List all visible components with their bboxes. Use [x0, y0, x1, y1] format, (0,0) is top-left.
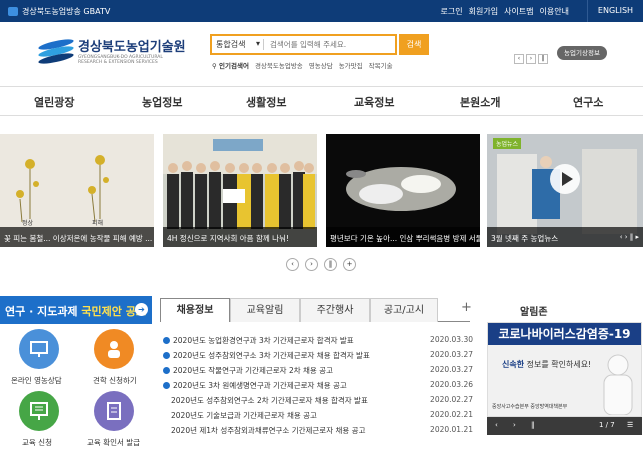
tab-notice[interactable]: 공고/고시 — [370, 298, 438, 322]
arrow-right-icon: ➔ — [135, 303, 148, 316]
list-item[interactable]: 2020년도 농업환경연구과 3차 기간제근로자 합격자 발표 2020.03.3… — [163, 334, 475, 348]
pause-icon[interactable]: ‖ — [538, 54, 548, 64]
covid-headline: 코로나바이러스감염증-19 — [488, 323, 641, 345]
logo-sub-2: RESEARCH & EXTENSION SERVICES — [78, 60, 158, 65]
next-icon[interactable]: › — [513, 421, 516, 429]
popular-term[interactable]: 영농상담 — [309, 60, 333, 70]
nav-about[interactable]: 본원소개 — [460, 94, 500, 110]
board-tabs: 채용정보 교육알림 주간행사 공고/고시 — [160, 298, 470, 322]
covid-orgs: 중앙사고수습본부 중앙방역대책본부 — [492, 404, 568, 410]
list-item[interactable]: 2020년도 성주참외연구소 2차 기간제근로자 채용 합격자 발표 2020.0… — [163, 394, 475, 408]
login-link[interactable]: 로그인 — [441, 6, 463, 17]
nav-life-info[interactable]: 생활정보 — [246, 94, 286, 110]
logo-mark-icon — [37, 36, 75, 66]
quick-edu[interactable] — [19, 391, 59, 431]
english-link[interactable]: ENGLISH — [587, 0, 643, 22]
main-nav: 열린광장 농업정보 생활정보 교육정보 본원소개 연구소 — [0, 86, 643, 116]
search-icon: ⚲ — [212, 62, 217, 70]
weather-info-button[interactable]: 농업기상정보 — [557, 46, 607, 60]
medic-figure — [603, 354, 633, 415]
label-normal: 정상 — [22, 219, 34, 227]
bullet-icon — [163, 382, 170, 389]
guide-link[interactable]: 이용안내 — [540, 6, 569, 17]
covid-subtext: 신속한 정보를 확인하세요! — [502, 360, 592, 369]
alert-zone-title: 알림존 — [520, 307, 548, 318]
news-tag: 농업뉴스 — [493, 138, 522, 149]
label-damage: 피해 — [92, 219, 103, 227]
nav-farm-info[interactable]: 농업정보 — [142, 94, 182, 110]
bullet-icon — [163, 367, 170, 374]
monitor-icon — [30, 341, 48, 357]
tab-weekly[interactable]: 주간행사 — [300, 298, 370, 322]
presentation-icon — [30, 402, 48, 420]
slide-4[interactable]: 농업뉴스 3월 넷째 주 농업뉴스 ‹ › ‖ ▸ — [487, 134, 643, 247]
bullet-icon — [163, 337, 170, 344]
list-item[interactable]: 2020년도 작물연구과 기간제근로자 2차 채용 공고 2020.03.27 — [163, 364, 475, 378]
search-input[interactable] — [264, 40, 394, 49]
sitemap-link[interactable]: 사이트맵 — [504, 6, 533, 17]
search-scope-select[interactable]: 통합검색 ▾ — [212, 39, 264, 50]
search-button[interactable]: 검색 — [399, 34, 429, 55]
list-item[interactable]: 2020년도 기술보급과 기간제근로자 채용 공고 2020.02.21 — [163, 409, 475, 423]
slide-caption: 꽃 피는 봄철... 이상저온에 농작물 피해 예방 ... — [0, 227, 154, 247]
pause-slide-icon[interactable]: ‖ — [324, 258, 337, 271]
person-icon — [108, 341, 120, 358]
play-icon[interactable] — [550, 164, 580, 194]
gbatv-link[interactable]: 경상북도농업방송 GBATV — [8, 6, 110, 17]
proposal-banner[interactable]: 연구 · 지도과제 국민제안 공모 ➔ — [0, 296, 152, 324]
quick-label: 견학 신청하기 — [93, 376, 137, 385]
prev-icon[interactable]: ‹ — [495, 421, 498, 429]
slide-3[interactable]: 평년보다 기온 높아... 인삼 뿌리썩음병 방제 서둘... — [326, 134, 480, 247]
nav-edu-info[interactable]: 교육정보 — [354, 94, 394, 110]
popular-term[interactable]: 작목기술 — [369, 60, 393, 70]
prev-slide-icon[interactable]: ‹ — [286, 258, 299, 271]
slide-1[interactable]: 정상 피해 꽃 피는 봄철... 이상저온에 농작물 피해 예방 ... — [0, 134, 154, 247]
alert-controls: ‹ › ‖ 1 / 7 ☰ — [487, 417, 642, 435]
quick-label: 온라인 영농상담 — [11, 376, 62, 385]
quick-consult[interactable] — [19, 329, 59, 369]
slide-caption: 평년보다 기온 높아... 인삼 뿌리썩음병 방제 서둘... — [326, 227, 480, 247]
quick-label: 교육 확인서 발급 — [87, 438, 141, 447]
next-icon[interactable]: › — [526, 54, 536, 64]
list-item[interactable]: 2020년도 3차 원예생명연구과 기간제근로자 채용 공고 2020.03.26 — [163, 379, 475, 393]
list-item[interactable]: 2020년 제1차 성주참외과채류연구소 기간제근로자 채용 공고 2020.01… — [163, 424, 475, 438]
tab-edu[interactable]: 교육알림 — [230, 298, 300, 322]
prev-icon[interactable]: ‹ — [514, 54, 524, 64]
quick-certificate[interactable] — [94, 391, 134, 431]
tab-recruit[interactable]: 채용정보 — [160, 298, 230, 322]
alert-page-count: 1 / 7 — [599, 421, 615, 429]
logo-name: 경상북도농업기술원 — [78, 40, 186, 55]
quick-label: 교육 신청 — [22, 438, 52, 447]
pause-icon[interactable]: ‖ — [531, 421, 535, 429]
popular-searches: ⚲ 인기검색어 경상북도농업방송 영농상담 농가맛집 작목기술 — [212, 60, 393, 70]
bullet-icon — [163, 352, 170, 359]
search-box: 통합검색 ▾ — [210, 34, 397, 55]
next-slide-icon[interactable]: › — [305, 258, 318, 271]
slide-caption: 4H 정신으로 지역사회 아픔 함께 나눠! — [163, 227, 317, 247]
more-slide-icon[interactable]: + — [343, 258, 356, 271]
list-item[interactable]: 2020년도 성주참외연구소 3차 기간제근로자 채용 합격자 발표 2020.0… — [163, 349, 475, 363]
slide-2[interactable]: 4H 정신으로 지역사회 아픔 함께 나눠! — [163, 134, 317, 247]
popular-term[interactable]: 농가맛집 — [339, 60, 363, 70]
tv-icon — [8, 7, 18, 16]
site-logo[interactable]: 경상북도농업기술원 GYEONGSANGBUK-DO AGRICULTURAL … — [37, 36, 186, 66]
chevron-down-icon: ▾ — [255, 39, 260, 48]
signup-link[interactable]: 회원가입 — [469, 6, 498, 17]
popular-term[interactable]: 경상북도농업방송 — [255, 60, 303, 70]
nav-open-square[interactable]: 열린광장 — [34, 94, 74, 110]
quick-tour[interactable] — [94, 329, 134, 369]
covid-banner[interactable]: 코로나바이러스감염증-19 신속한 정보를 확인하세요! 중앙사고수습본부 중앙… — [487, 322, 642, 417]
slide-controls[interactable]: ‹ › ‖ ▸ — [620, 233, 639, 241]
top-bar: 경상북도농업방송 GBATV 로그인 회원가입 사이트맵 이용안내 ENGLIS… — [0, 0, 643, 22]
nav-institutes[interactable]: 연구소 — [573, 94, 603, 110]
list-icon[interactable]: ☰ — [627, 421, 633, 429]
more-icon[interactable]: + — [461, 300, 472, 315]
document-icon — [107, 402, 121, 420]
